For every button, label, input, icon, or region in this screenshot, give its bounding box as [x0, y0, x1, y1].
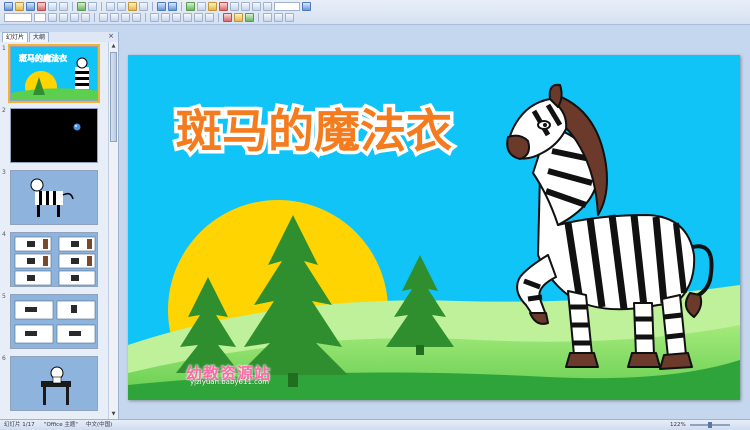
slide-canvas[interactable]: 斑马的魔法衣 幼教资源站 yjziyuan.baby611.com	[128, 55, 740, 400]
open-folder-icon[interactable]	[15, 2, 24, 11]
thumbnail-3-image	[11, 171, 97, 224]
print-preview-icon[interactable]	[59, 2, 68, 11]
format-painter-icon[interactable]	[139, 2, 148, 11]
insert-table-icon[interactable]	[197, 2, 206, 11]
font-color-icon[interactable]	[223, 13, 232, 22]
watermark-url: yjziyuan.baby611.com	[190, 378, 270, 386]
increase-indent-icon[interactable]	[205, 13, 214, 22]
insert-wordart-icon[interactable]	[219, 2, 228, 11]
research-icon[interactable]	[88, 2, 97, 11]
save-icon[interactable]	[26, 2, 35, 11]
toolbar-row-standard	[4, 1, 311, 12]
slide-background: 斑马的魔法衣	[128, 55, 740, 400]
svg-text:斑马的魔法衣: 斑马的魔法衣	[19, 53, 67, 63]
hyperlink-icon[interactable]	[230, 2, 239, 11]
slide-number: 1	[2, 45, 6, 52]
bullets-icon[interactable]	[161, 13, 170, 22]
slide-thumbnail-list: 1 斑马的魔法衣 2 3 4 5 6	[0, 42, 108, 419]
increase-font-icon[interactable]	[172, 13, 181, 22]
zoom-field[interactable]	[274, 2, 300, 11]
cut-icon[interactable]	[106, 2, 115, 11]
align-right-icon[interactable]	[121, 13, 130, 22]
slide-number: 6	[2, 355, 6, 362]
toolbar-separator	[94, 13, 95, 22]
help-icon[interactable]	[302, 2, 311, 11]
print-icon[interactable]	[48, 2, 57, 11]
slides-pane: 幻灯片 大纲 × 1 斑马的魔法衣 2 3 4 5 6 ▲ ▼	[0, 32, 119, 419]
underline-icon[interactable]	[70, 13, 79, 22]
toolbar-separator	[72, 2, 73, 11]
font-name-field[interactable]	[4, 13, 32, 22]
line-color-icon[interactable]	[263, 13, 272, 22]
text-direction-icon[interactable]	[132, 13, 141, 22]
toolbar-separator	[152, 2, 153, 11]
align-left-icon[interactable]	[99, 13, 108, 22]
slide-number: 4	[2, 231, 6, 238]
bold-icon[interactable]	[48, 13, 57, 22]
numbering-icon[interactable]	[150, 13, 159, 22]
zoom-slider-knob[interactable]	[708, 422, 712, 428]
align-center-icon[interactable]	[110, 13, 119, 22]
scroll-thumb[interactable]	[110, 52, 117, 142]
new-slide-icon[interactable]	[245, 13, 254, 22]
toolbar	[0, 0, 750, 25]
slide-thumbnail-4[interactable]	[10, 232, 98, 287]
slide-number: 5	[2, 293, 6, 300]
font-size-field[interactable]	[34, 13, 46, 22]
slide-thumbnail-1[interactable]: 斑马的魔法衣	[8, 44, 100, 103]
slide-number: 2	[2, 107, 6, 114]
slide-thumbnail-2[interactable]	[10, 108, 98, 163]
expand-icon[interactable]	[241, 2, 250, 11]
thumbnail-2-image	[11, 109, 97, 162]
scroll-down-icon[interactable]: ▼	[110, 411, 117, 418]
slide-thumbnail-5[interactable]	[10, 294, 98, 349]
permission-icon[interactable]	[37, 2, 46, 11]
decrease-font-icon[interactable]	[183, 13, 192, 22]
paste-icon[interactable]	[128, 2, 137, 11]
italic-icon[interactable]	[59, 13, 68, 22]
undo-icon[interactable]	[157, 2, 166, 11]
design-icon[interactable]	[234, 13, 243, 22]
thumbnail-1-image: 斑马的魔法衣	[11, 47, 97, 100]
slide-title: 斑马的魔法衣	[176, 104, 452, 158]
new-file-icon[interactable]	[4, 2, 13, 11]
thumbnail-6-image	[11, 357, 97, 410]
slide-thumbnail-6[interactable]	[10, 356, 98, 411]
thumbnail-4-image	[11, 233, 97, 286]
redo-icon[interactable]	[168, 2, 177, 11]
autoshape-icon[interactable]	[285, 13, 294, 22]
thumbnail-5-image	[11, 295, 97, 348]
spelling-icon[interactable]	[77, 2, 86, 11]
show-formatting-icon[interactable]	[252, 2, 261, 11]
fill-color-icon[interactable]	[274, 13, 283, 22]
close-icon[interactable]: ×	[107, 32, 115, 40]
toolbar-separator	[181, 2, 182, 11]
decrease-indent-icon[interactable]	[194, 13, 203, 22]
grayscale-icon[interactable]	[263, 2, 272, 11]
toolbar-separator	[101, 2, 102, 11]
insert-picture-icon[interactable]	[208, 2, 217, 11]
slide-number: 3	[2, 169, 6, 176]
scroll-up-icon[interactable]: ▲	[110, 43, 117, 50]
insert-chart-icon[interactable]	[186, 2, 195, 11]
toolbar-separator	[258, 13, 259, 22]
copy-icon[interactable]	[117, 2, 126, 11]
toolbar-row-formatting	[4, 12, 294, 23]
shadow-icon[interactable]	[81, 13, 90, 22]
tab-slides[interactable]: 幻灯片	[2, 32, 29, 42]
tab-outline[interactable]: 大纲	[29, 32, 50, 42]
status-bar: 幻灯片 1/17 "Office 主题" 中文(中国) 122%	[0, 419, 750, 430]
toolbar-separator	[218, 13, 219, 22]
pane-tabs: 幻灯片 大纲	[2, 32, 50, 42]
pane-scrollbar[interactable]: ▲ ▼	[108, 42, 118, 419]
slide-thumbnail-3[interactable]	[10, 170, 98, 225]
toolbar-separator	[145, 13, 146, 22]
